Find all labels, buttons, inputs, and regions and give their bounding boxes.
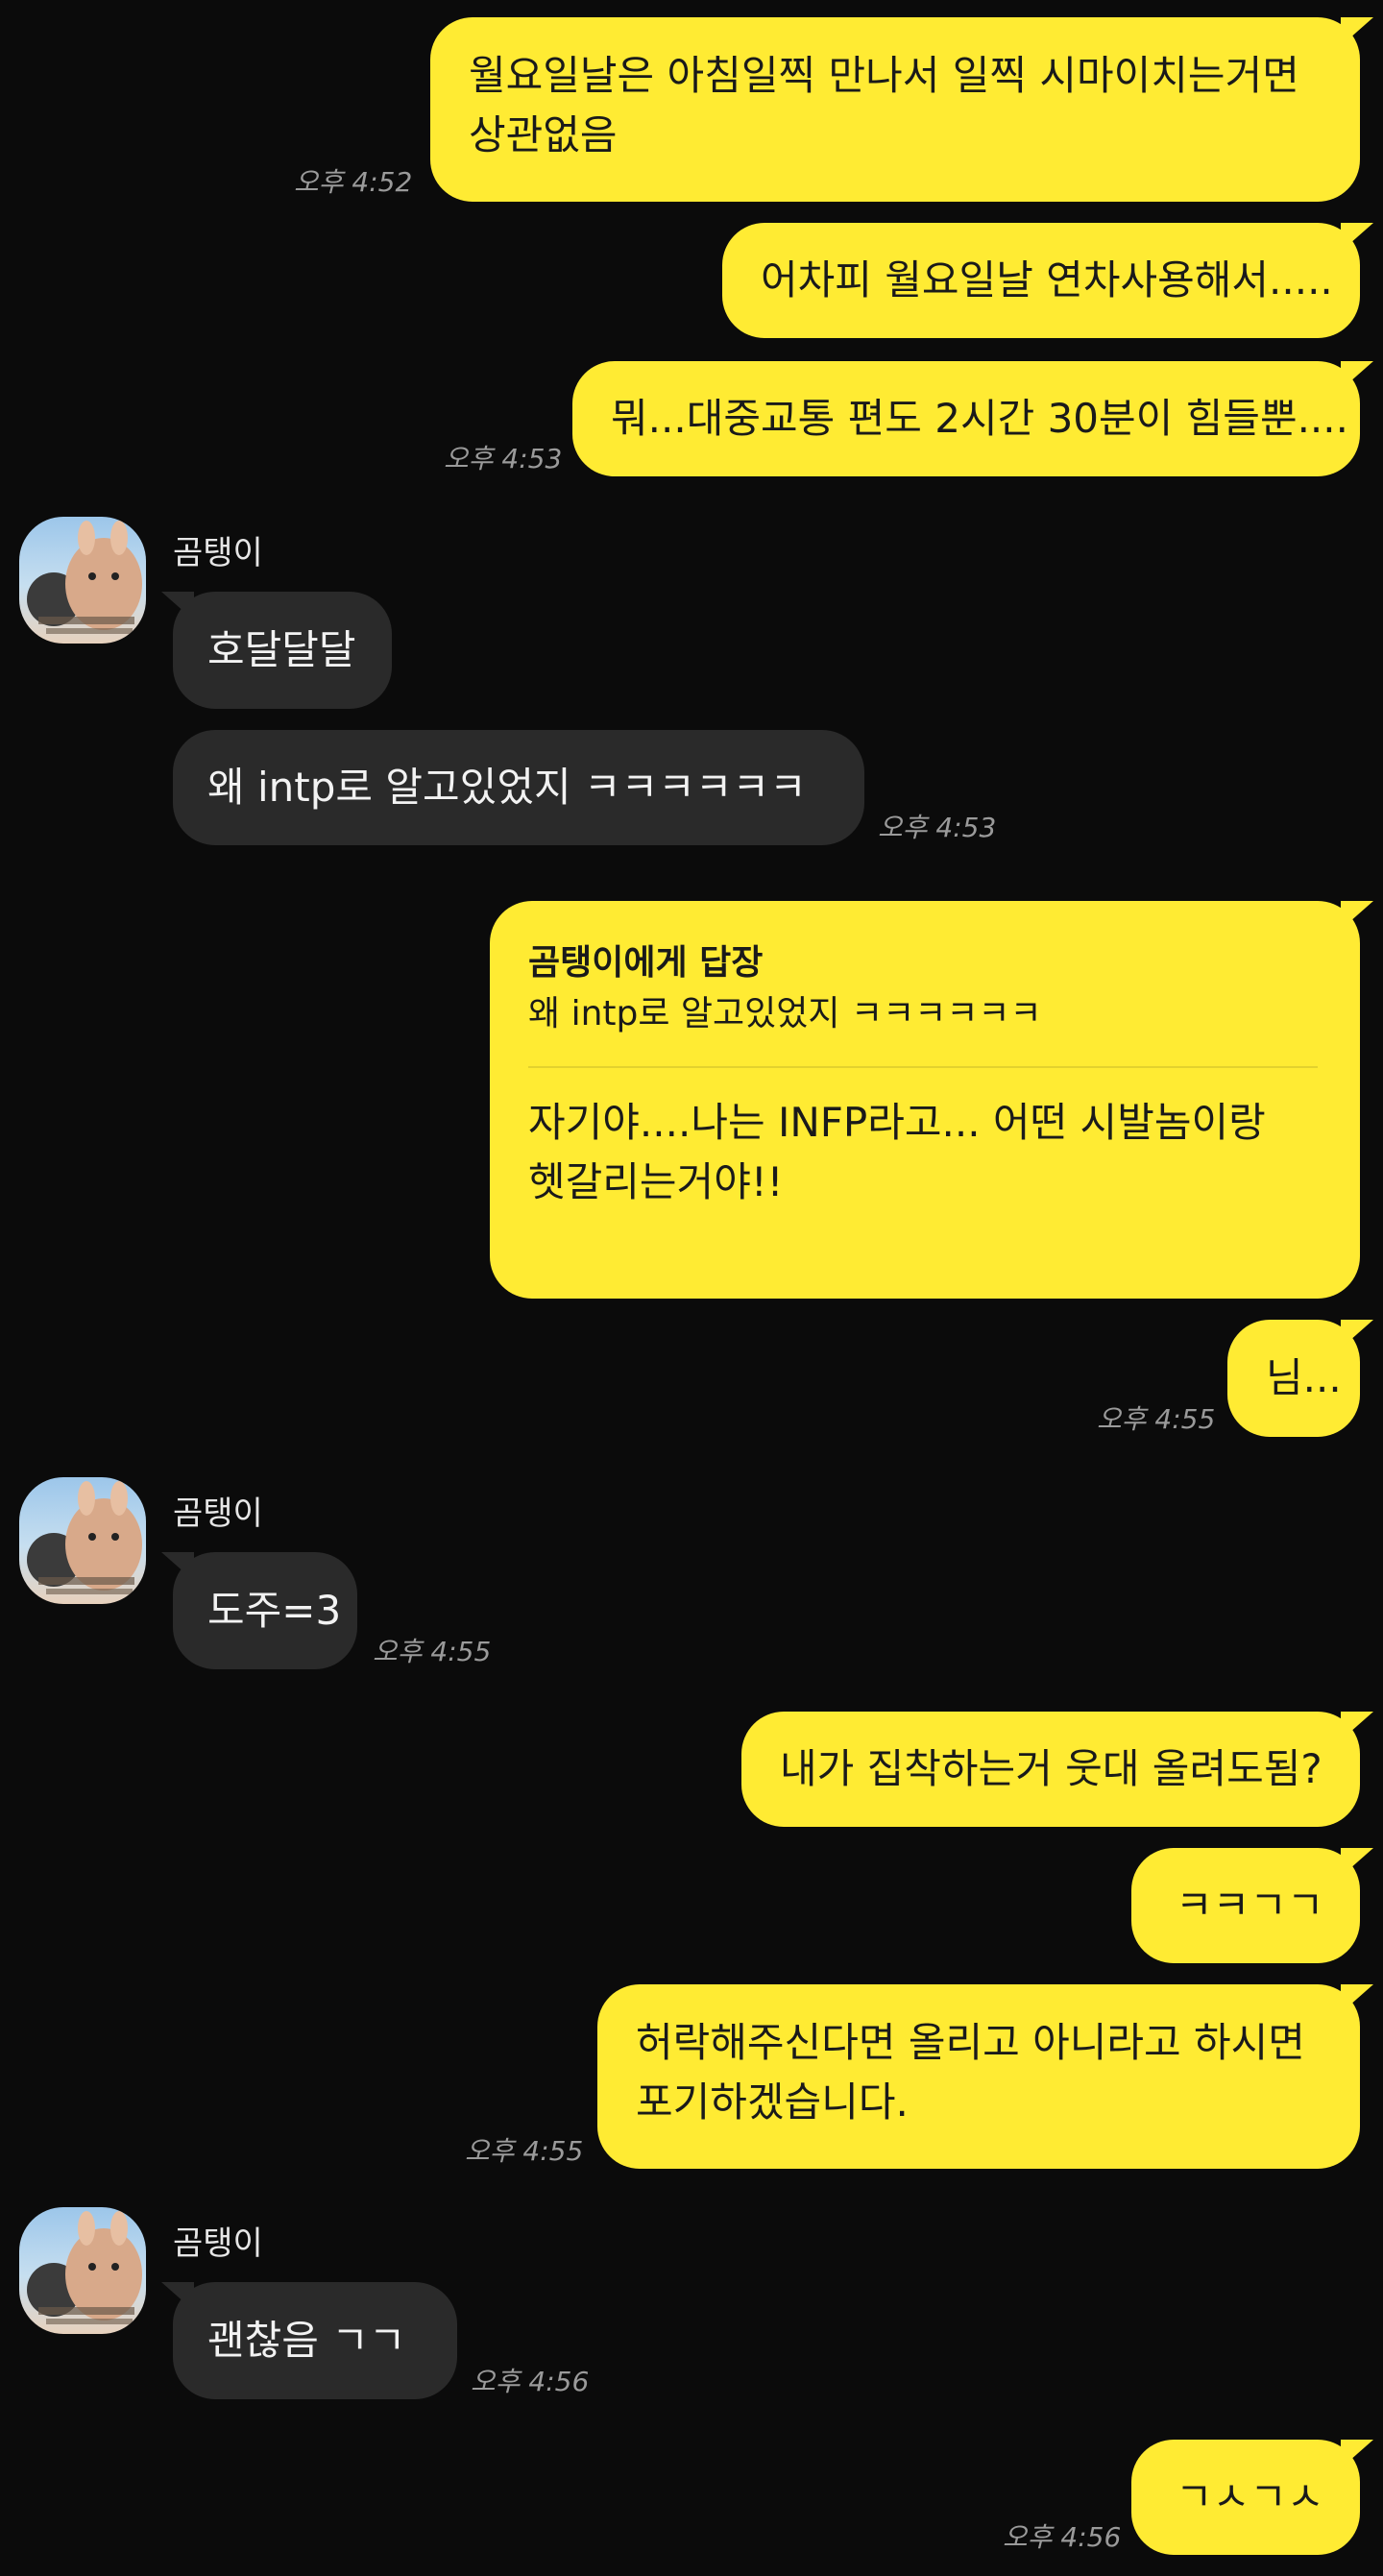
message-timestamp: 오후 4:56 (1003, 2521, 1122, 2553)
my-message-bubble[interactable]: 허락해주신다면 올리고 아니라고 하시면 포기하겠습니다. (597, 1984, 1373, 2169)
chat-room: 월요일날은 아침일찍 만나서 일찍 시마이치는거면 상관없음 오후 4:52 어… (0, 0, 1383, 2576)
bubble-tail (1341, 361, 1373, 390)
message-text: ㄱㅅㄱㅅ (1176, 2473, 1324, 2520)
bubble-tail (1341, 17, 1373, 46)
message-text: 님... (1266, 1354, 1342, 1401)
message-text-line: 자기야....나는 INFP라고... 어떤 시발놈이랑 (528, 1099, 1266, 1146)
my-message-bubble[interactable]: 님... (1227, 1320, 1373, 1437)
bubble-tail (1341, 1848, 1373, 1877)
bubble-tail (161, 2282, 194, 2311)
message-timestamp: 오후 4:56 (471, 2366, 590, 2397)
message-text: 뭐...대중교통 편도 2시간 30분이 힘들뿐.... (611, 395, 1348, 442)
message-timestamp: 오후 4:52 (294, 166, 413, 198)
contact-avatar[interactable] (19, 1477, 146, 1604)
message-text: 호달달달 (207, 626, 356, 673)
bubble-tail (1341, 1984, 1373, 2013)
their-message-bubble[interactable]: 왜 intp로 알고있었지 ㅋㅋㅋㅋㅋㅋ (173, 730, 864, 845)
my-message-bubble[interactable]: ㅋㅋㄱㄱ (1131, 1848, 1373, 1963)
message-text: 내가 집착하는거 웃대 올려도됨? (780, 1745, 1322, 1792)
sender-name: 곰탱이 (173, 1495, 263, 1533)
sender-name: 곰탱이 (173, 534, 263, 572)
message-timestamp: 오후 4:53 (878, 812, 997, 843)
their-message-bubble[interactable]: 괜찮음 ㄱㄱ (161, 2282, 457, 2399)
my-message-bubble[interactable]: 월요일날은 아침일찍 만나서 일찍 시마이치는거면 상관없음 (430, 17, 1373, 202)
reply-header: 곰탱이에게 답장 (528, 943, 764, 983)
sender-name: 곰탱이 (173, 2224, 263, 2263)
message-text-line: 헷갈리는거야!! (528, 1158, 784, 1205)
bubble-tail (1341, 1320, 1373, 1349)
their-message-bubble[interactable]: 호달달달 (161, 592, 392, 709)
message-timestamp: 오후 4:55 (465, 2135, 584, 2167)
contact-avatar[interactable] (19, 2207, 146, 2334)
bear-avatar-icon (27, 521, 142, 634)
message-text: 어차피 월요일날 연차사용해서..... (761, 256, 1333, 304)
my-reply-message-bubble[interactable]: 곰탱이에게 답장 왜 intp로 알고있었지 ㅋㅋㅋㅋㅋㅋ 자기야....나는 … (490, 901, 1373, 1299)
message-text: 왜 intp로 알고있었지 ㅋㅋㅋㅋㅋㅋ (207, 764, 807, 811)
my-message-bubble[interactable]: ㄱㅅㄱㅅ (1131, 2440, 1373, 2555)
message-timestamp: 오후 4:55 (1097, 1403, 1216, 1435)
message-text: ㅋㅋㄱㄱ (1176, 1882, 1324, 1929)
bubble-tail (1341, 901, 1373, 930)
my-message-bubble[interactable]: 어차피 월요일날 연차사용해서..... (722, 223, 1373, 338)
bubble-tail (161, 1552, 194, 1581)
bubble-tail (1341, 223, 1373, 252)
reply-divider (528, 1066, 1318, 1068)
reply-quoted-text: 왜 intp로 알고있었지 ㅋㅋㅋㅋㅋㅋ (528, 994, 1042, 1033)
bear-avatar-icon (27, 1481, 142, 1594)
my-message-bubble[interactable]: 뭐...대중교통 편도 2시간 30분이 힘들뿐.... (572, 361, 1373, 476)
message-text: 도주=3 (207, 1587, 342, 1634)
message-timestamp: 오후 4:55 (373, 1636, 492, 1667)
bubble-tail (1341, 2440, 1373, 2468)
message-text-line: 월요일날은 아침일찍 만나서 일찍 시마이치는거면 (469, 52, 1299, 99)
their-message-bubble[interactable]: 도주=3 (161, 1552, 357, 1669)
bubble-tail (1341, 1712, 1373, 1740)
message-text-line: 상관없음 (469, 111, 618, 158)
message-text-line: 포기하겠습니다. (636, 2078, 909, 2126)
bear-avatar-icon (27, 2211, 142, 2324)
my-message-bubble[interactable]: 내가 집착하는거 웃대 올려도됨? (741, 1712, 1373, 1827)
message-text-line: 허락해주신다면 올리고 아니라고 하시면 (636, 2019, 1305, 2066)
message-timestamp: 오후 4:53 (444, 443, 563, 474)
contact-avatar[interactable] (19, 517, 146, 644)
message-text: 괜찮음 ㄱㄱ (207, 2317, 406, 2364)
bubble-tail (161, 592, 194, 620)
